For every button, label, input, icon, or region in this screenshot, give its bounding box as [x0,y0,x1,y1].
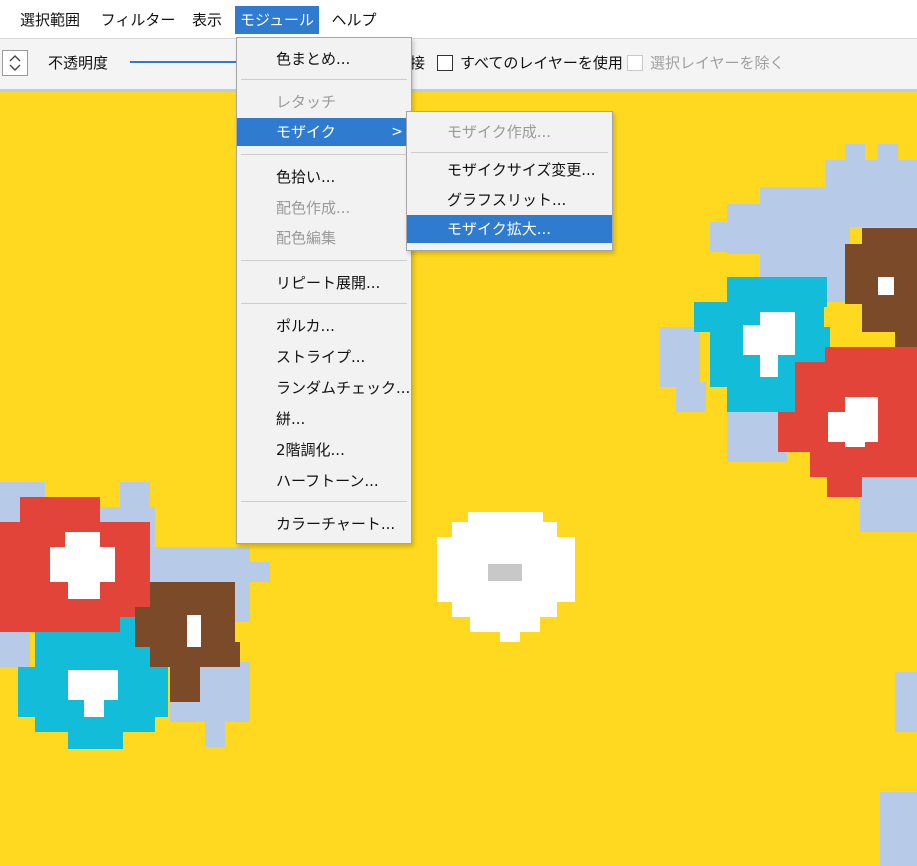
menu-item-color-pick[interactable]: 色拾い... [237,163,411,191]
exclude-selected-layers-checkbox[interactable] [627,55,643,71]
menu-bar: 選択範囲 フィルター 表示 モジュール ヘルプ [0,0,917,39]
opacity-slider[interactable] [130,61,240,63]
menu-item-random-check[interactable]: ランダムチェック... [237,374,411,402]
brown-shape-left-eye [187,615,201,647]
menu-module[interactable]: モジュール [235,6,319,34]
menu-separator [241,501,407,502]
use-all-layers-label[interactable]: すべてのレイヤーを使用 [460,52,623,73]
menu-item-scheme-create[interactable]: 配色作成... [237,194,411,222]
gray-mark-center [488,564,522,581]
opacity-label: 不透明度 [48,54,109,72]
submenu-arrow-icon: > [391,124,403,140]
menu-item-stripe[interactable]: ストライプ... [237,343,411,371]
menu-separator [241,303,407,304]
opacity-spinner[interactable] [2,50,28,76]
menu-item-retouch[interactable]: レタッチ [237,88,411,116]
menu-item-halftone[interactable]: ハーフトーン... [237,467,411,495]
menu-filter[interactable]: フィルター [98,6,178,34]
exclude-selected-layers-label[interactable]: 選択レイヤーを除く [650,52,785,73]
menu-item-color-chart[interactable]: カラーチャート... [237,510,411,538]
menu-item-mosaic-enlarge[interactable]: モザイク拡大... [407,215,612,243]
menu-item-kasuri[interactable]: 絣... [237,405,411,433]
menu-item-mosaic-label: モザイク [276,123,336,141]
menu-item-polka[interactable]: ポルカ... [237,312,411,340]
menu-item-mosaic-resize[interactable]: モザイクサイズ変更... [407,156,612,184]
menu-item-graph-slit[interactable]: グラフスリット... [407,186,612,214]
menu-view[interactable]: 表示 [184,6,230,34]
menu-item-mosaic-create[interactable]: モザイク作成... [407,118,612,146]
menu-separator [241,260,407,261]
adjacent-label: 接 [410,54,426,72]
updown-icon [9,55,21,71]
menu-help[interactable]: ヘルプ [326,6,382,34]
use-all-layers-checkbox[interactable] [437,55,453,71]
menu-item-mosaic[interactable]: モザイク > [237,118,411,146]
menu-separator [411,152,608,153]
brown-shape-right-eye [878,277,894,295]
module-menu: 色まとめ... レタッチ モザイク > 色拾い... 配色作成... 配色編集 … [236,37,412,544]
menu-item-scheme-edit[interactable]: 配色編集 [237,224,411,252]
menu-selection[interactable]: 選択範囲 [10,6,90,34]
menu-item-color-merge[interactable]: 色まとめ... [237,45,411,73]
toolbar: 不透明度 接 すべてのレイヤーを使用 選択レイヤーを除く [0,39,917,92]
mosaic-submenu: モザイク作成... モザイクサイズ変更... グラフスリット... モザイク拡大… [406,111,613,251]
menu-separator [241,79,407,80]
menu-item-two-tone[interactable]: 2階調化... [237,436,411,464]
menu-item-repeat[interactable]: リピート展開... [237,269,411,297]
menu-separator [241,154,407,155]
